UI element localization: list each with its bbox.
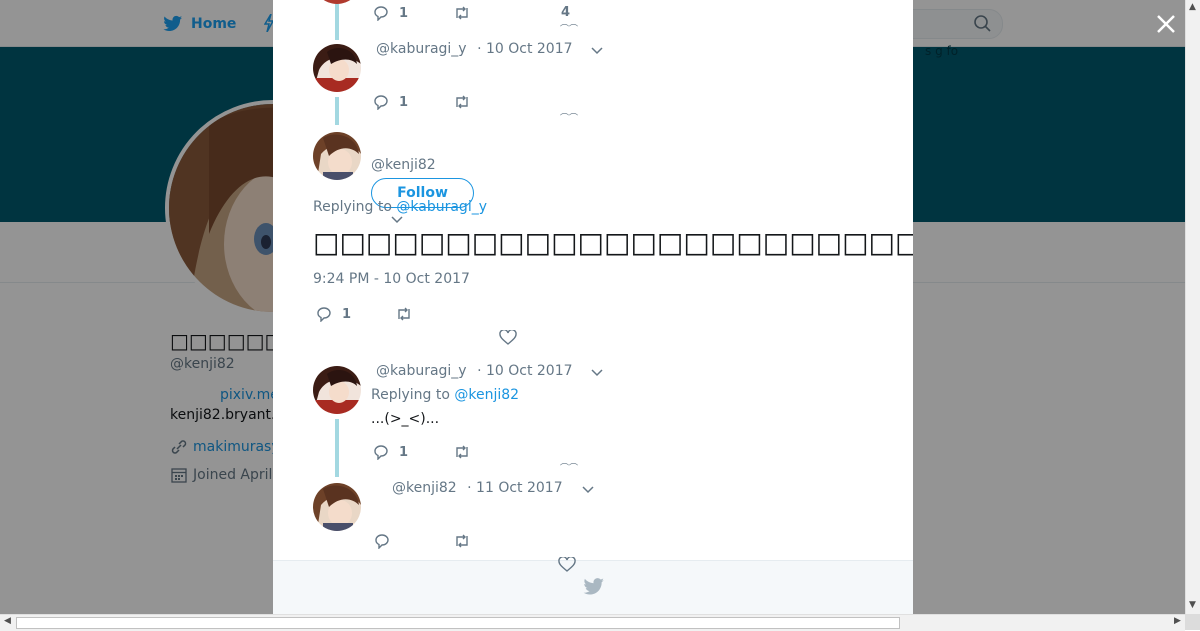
replying-to: Replying to @kaburagi_y: [313, 199, 487, 215]
reply-icon: [374, 445, 388, 460]
like-count: 4: [561, 5, 570, 20]
focused-tweet-handle[interactable]: @kenji82: [371, 157, 436, 173]
retweet-icon[interactable]: [453, 533, 471, 549]
tweet-handle[interactable]: @kaburagi_y: [376, 41, 467, 57]
twitter-bird-icon: [583, 578, 604, 595]
reply-count: 1: [399, 5, 409, 21]
scrollbar-corner: [1185, 614, 1200, 630]
horizontal-scroll-thumb[interactable]: [16, 617, 900, 629]
close-icon[interactable]: [1155, 13, 1177, 35]
scroll-left-arrow[interactable]: ◀: [4, 616, 11, 626]
focused-tweet-timestamp[interactable]: 9:24 PM - 10 Oct 2017: [313, 271, 470, 287]
avatar[interactable]: [313, 483, 361, 531]
vertical-scrollbar[interactable]: ▲ ▼: [1185, 0, 1200, 614]
heart-icon[interactable]: ⌒⌒: [560, 26, 578, 35]
heart-icon[interactable]: ⌒⌒: [560, 115, 578, 124]
chevron-down-icon[interactable]: [591, 47, 603, 55]
tweet-header: @kenji82 · 11 Oct 2017: [392, 480, 563, 496]
reply-button[interactable]: 1: [372, 94, 408, 110]
thread-line: [335, 419, 339, 477]
reply-icon: [317, 307, 331, 322]
replying-to-link[interactable]: @kenji82: [454, 387, 519, 403]
tweet-header: @kaburagi_y · 10 Oct 2017: [376, 41, 573, 57]
heart-icon[interactable]: ⌒⌒: [560, 465, 578, 474]
tweet-date[interactable]: · 11 Oct 2017: [467, 480, 562, 496]
retweet-icon[interactable]: [453, 5, 471, 21]
tweet-handle[interactable]: @kenji82: [392, 480, 457, 496]
retweet-icon[interactable]: [453, 444, 471, 460]
scroll-right-arrow[interactable]: ▶: [1174, 616, 1181, 626]
tweet-thread-modal: 1 4 ⌒⌒ @kaburagi_y · 10 Oct 2017 1 ⌒⌒ @k…: [273, 0, 913, 614]
tweet-date[interactable]: · 10 Oct 2017: [477, 41, 572, 57]
thread-line: [335, 97, 339, 125]
focused-tweet-text: □□□□□□□□□□□□□□□□□□□□□□□□□□□□□□□□□□□□□□□□…: [313, 226, 913, 259]
avatar[interactable]: [313, 132, 361, 180]
chevron-down-icon[interactable]: [582, 486, 594, 494]
reply-icon: [374, 95, 388, 110]
replying-to-link[interactable]: @kaburagi_y: [396, 199, 487, 215]
thread-line: [335, 4, 339, 40]
reply-icon[interactable]: [373, 533, 391, 549]
replying-to-prefix: Replying to: [371, 387, 450, 403]
reply-button[interactable]: 1: [315, 306, 351, 322]
reply-button[interactable]: 1: [372, 444, 408, 460]
reply-icon: [374, 6, 388, 21]
reply-count: 1: [342, 306, 352, 322]
replying-to: Replying to @kenji82: [371, 387, 519, 403]
retweet-icon[interactable]: [395, 306, 413, 322]
tweet-handle[interactable]: @kaburagi_y: [376, 363, 467, 379]
reply-count: 1: [399, 444, 409, 460]
avatar[interactable]: [313, 366, 361, 414]
retweet-icon[interactable]: [453, 94, 471, 110]
tweet-header: @kaburagi_y · 10 Oct 2017: [376, 363, 573, 379]
chevron-down-icon[interactable]: [391, 216, 403, 224]
chevron-down-icon[interactable]: [591, 369, 603, 377]
heart-icon[interactable]: [499, 330, 517, 346]
scroll-down-arrow[interactable]: ▼: [1189, 600, 1196, 610]
reply-button[interactable]: 1: [372, 5, 408, 21]
tweet-text: ...(>_<)...: [371, 411, 440, 427]
heart-icon[interactable]: [558, 557, 576, 573]
reply-count: 1: [399, 94, 409, 110]
avatar[interactable]: [313, 44, 361, 92]
replying-to-prefix: Replying to: [313, 199, 392, 215]
tweet-date[interactable]: · 10 Oct 2017: [477, 363, 572, 379]
scroll-up-arrow[interactable]: ▲: [1189, 2, 1196, 12]
like-count-value: 4: [561, 5, 571, 20]
